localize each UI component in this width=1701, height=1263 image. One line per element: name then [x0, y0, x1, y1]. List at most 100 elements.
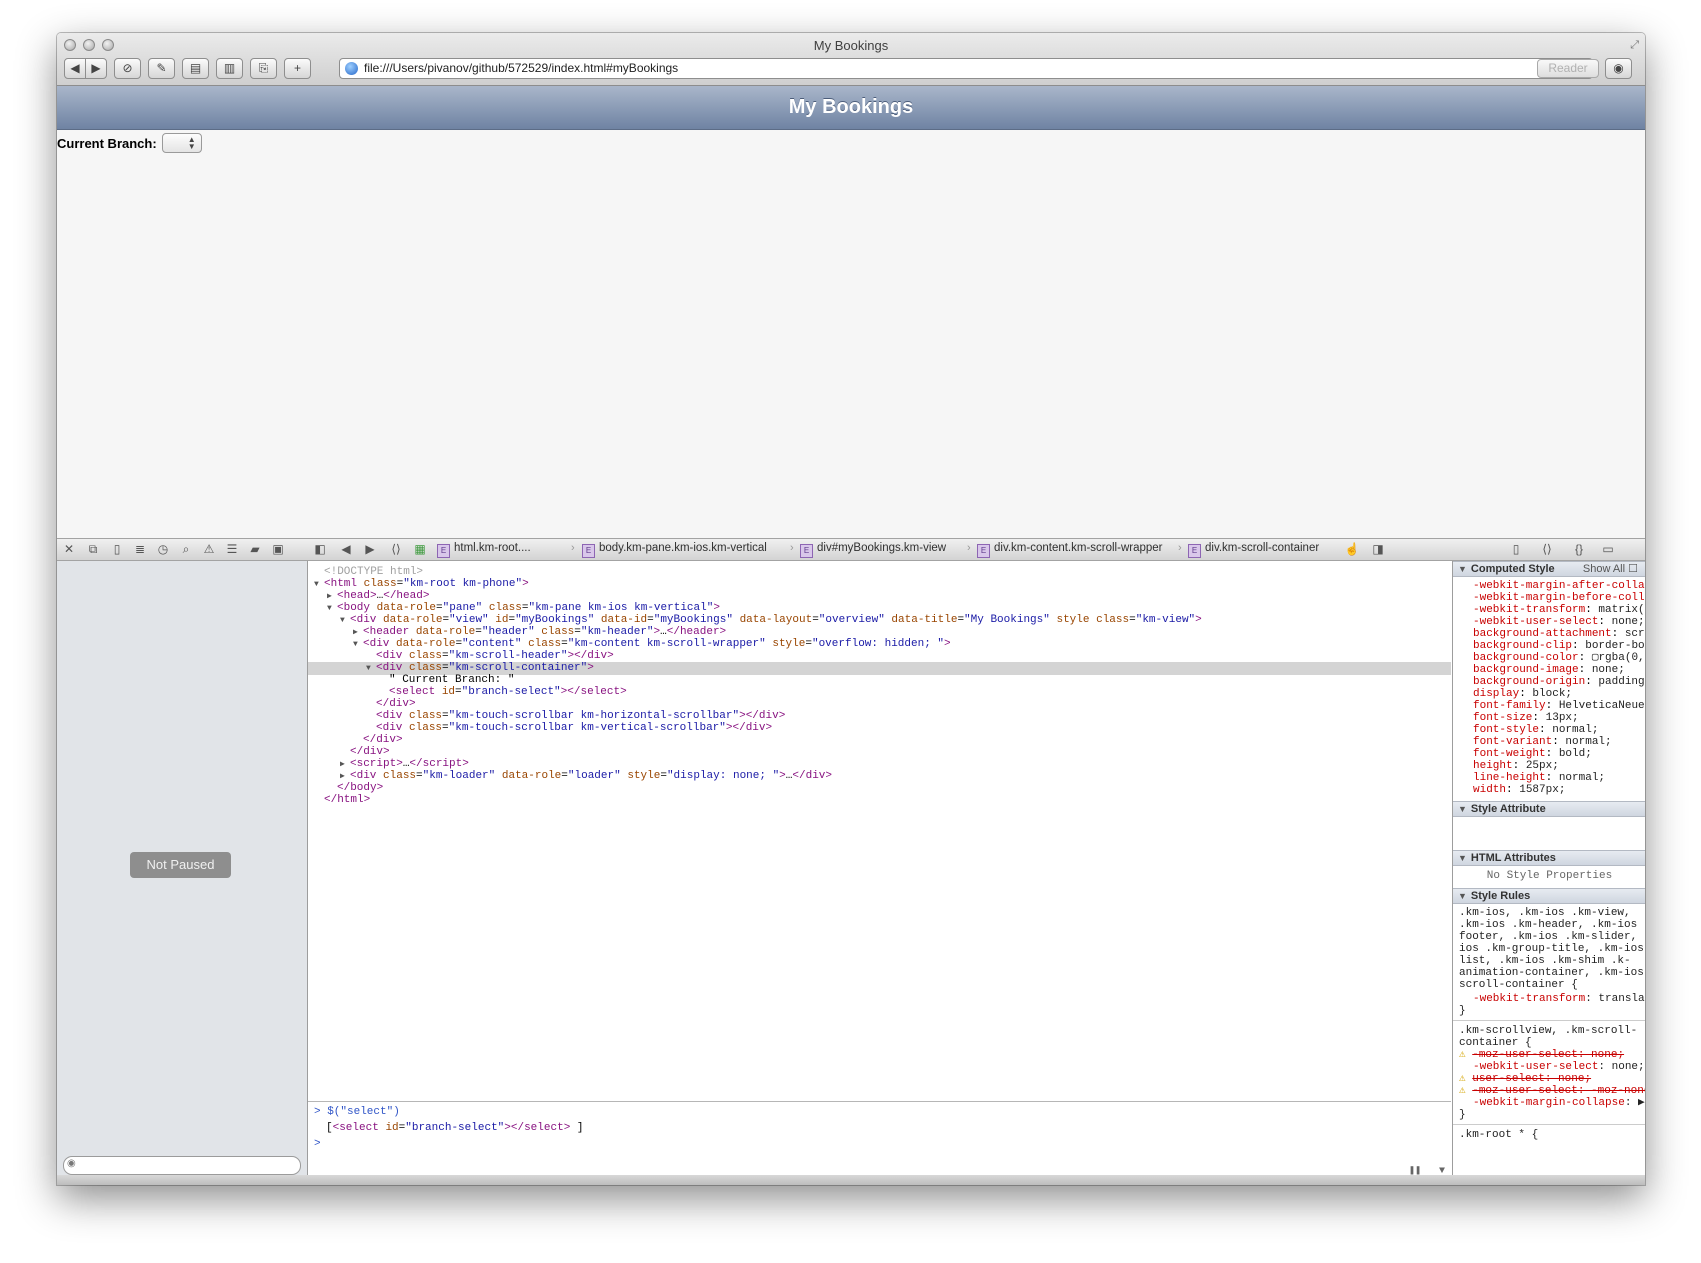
stop-icon: ⊘: [122, 61, 133, 75]
warning-icon[interactable]: ⚠: [200, 541, 218, 557]
breadcrumb-separator: ›: [790, 542, 794, 554]
rule-divider: [1453, 1124, 1645, 1125]
code-icon[interactable]: ⟨⟩: [1538, 541, 1556, 557]
web-inspector: ✕ ⧉ ▯ ≣ ◷ ⌕ ⚠ ☰ ▰ ▣ ◧ ◀ ▶ ⟨⟩ ▦ Ehtml.km-…: [57, 538, 1645, 1185]
back-arrow-icon: ◀: [70, 61, 80, 75]
element-icon: E: [800, 544, 813, 558]
reading-list-icon: ▥: [223, 61, 236, 75]
style-rule-line: }: [1459, 1109, 1466, 1121]
breakpoint-icon[interactable]: ▰: [246, 541, 264, 557]
back-button[interactable]: ◀: [64, 58, 86, 79]
branch-label: Current Branch:: [57, 135, 157, 151]
downloads-icon: ◉: [1613, 61, 1624, 75]
computed-style-header[interactable]: ▼ Computed Style Show All ☐: [1453, 561, 1645, 577]
breadcrumb-separator: ›: [967, 542, 971, 554]
resources-icon[interactable]: ▯: [108, 541, 126, 557]
style-attribute-header[interactable]: ▼ Style Attribute: [1453, 801, 1645, 817]
warning-icon: ⚠: [1459, 1073, 1473, 1085]
warning-icon: ⚠: [1459, 1085, 1473, 1097]
bookmarks-button[interactable]: ▤: [182, 58, 209, 79]
braces-icon[interactable]: {}: [1570, 541, 1588, 557]
select-arrows-icon: ▲ ▼: [187, 135, 196, 151]
page-title: My Bookings: [57, 86, 1645, 130]
console-icon[interactable]: ▣: [269, 541, 287, 557]
wrench-icon: ✎: [156, 61, 167, 75]
style-rules-header[interactable]: ▼ Style Rules: [1453, 888, 1645, 904]
breadcrumb-body[interactable]: Ebody.km-pane.km-ios.km-vertical: [582, 542, 767, 558]
style-rule-line: scroll-container {: [1459, 979, 1578, 991]
tools-button[interactable]: ✎: [148, 58, 175, 79]
element-icon: E: [582, 544, 595, 558]
debugger-sidebar: Not Paused ◉: [57, 561, 308, 1185]
breadcrumb-separator: ›: [571, 542, 575, 554]
window-bottom-bar: [57, 1175, 1645, 1185]
style-rule-line: -webkit-margin-collapse: ▶sep…: [1473, 1097, 1645, 1109]
new-tab-button[interactable]: +: [284, 58, 311, 79]
navigation-sidebar-icon[interactable]: ◧: [311, 541, 329, 557]
page-viewport: My Bookings Current Branch: ▲ ▼: [57, 86, 1645, 538]
crumb-back-icon[interactable]: ◀: [337, 541, 355, 557]
console-prompt[interactable]: >: [314, 1138, 321, 1150]
no-style-properties: No Style Properties: [1486, 870, 1613, 882]
globe-icon: [345, 62, 358, 75]
dom-node-line[interactable]: </html>: [308, 794, 1451, 807]
forward-button[interactable]: ▶: [85, 58, 107, 79]
element-icon: E: [977, 544, 990, 558]
style-rule-line: .km-root * {: [1459, 1129, 1539, 1141]
disclosure-icon: ▼: [1458, 891, 1467, 901]
page-icon[interactable]: ▯: [1507, 541, 1525, 557]
console-area[interactable]: > $("select") [<select id="branch-select…: [308, 1101, 1451, 1185]
element-icon: E: [437, 544, 450, 558]
window-title: My Bookings: [813, 38, 889, 53]
forward-arrow-icon: ▶: [91, 61, 101, 75]
breadcrumb-view[interactable]: Ediv#myBookings.km-view: [800, 542, 946, 558]
log-icon[interactable]: ☰: [223, 541, 241, 557]
disclosure-icon: ▼: [1458, 853, 1467, 863]
dock-icon[interactable]: ⧉: [84, 541, 102, 557]
reading-list-button[interactable]: ▥: [216, 58, 243, 79]
styles-sidebar: ▼ Computed Style Show All ☐ -webkit-margin…: [1452, 561, 1645, 1185]
reader-button[interactable]: Reader: [1537, 59, 1599, 78]
filter-icon: ◉: [67, 1158, 76, 1169]
details-sidebar-icon[interactable]: ◨: [1369, 541, 1387, 557]
style-rule-line: }: [1459, 1005, 1466, 1017]
share-icon: ⎘: [258, 61, 269, 75]
console-input-line: > $("select"): [314, 1106, 400, 1118]
address-bar[interactable]: file:///Users/pivanov/github/572529/inde…: [339, 58, 1593, 79]
search-icon[interactable]: ⌕: [177, 541, 195, 557]
timeline-icon[interactable]: ◷: [154, 541, 172, 557]
url-text[interactable]: file:///Users/pivanov/github/572529/inde…: [364, 61, 678, 75]
breadcrumb-separator: ›: [1178, 542, 1182, 554]
breadcrumb-scroll-container[interactable]: Ediv.km-scroll-container: [1188, 542, 1319, 558]
frame-icon[interactable]: ▦: [411, 541, 429, 557]
close-inspector-icon[interactable]: ✕: [60, 541, 78, 557]
downloads-button[interactable]: ◉: [1605, 58, 1632, 79]
inspect-hand-icon[interactable]: ☝: [1343, 541, 1361, 557]
dom-tree[interactable]: <!DOCTYPE html> ▼ <html class="km-root km-…: [308, 561, 1451, 1101]
breadcrumb-html[interactable]: Ehtml.km-root....: [437, 542, 531, 558]
warning-icon: ⚠: [1459, 1049, 1473, 1061]
title-toolbar: My Bookings ⤢ ◀ ▶ ⊘ ✎ ▤ ▥ ⎘ + file:///Us…: [57, 33, 1645, 86]
browser-window: My Bookings ⤢ ◀ ▶ ⊘ ✎ ▤ ▥ ⎘ + file:///Us…: [57, 33, 1645, 1185]
rule-divider: [1453, 1020, 1645, 1021]
not-paused-badge: Not Paused: [130, 852, 231, 878]
computed-property: width: 1587px;: [1473, 784, 1566, 796]
breadcrumb-content[interactable]: Ediv.km-content.km-scroll-wrapper: [977, 542, 1163, 558]
disclosure-icon: ▼: [1458, 804, 1467, 814]
branch-row: Current Branch: ▲ ▼: [57, 132, 202, 154]
branch-select[interactable]: ▲ ▼: [161, 133, 202, 153]
console-output-line: [<select id="branch-select"></select> ]: [326, 1122, 584, 1134]
style-rule-line: -webkit-transform: translatez(…: [1473, 993, 1645, 1005]
share-button[interactable]: ⎘: [250, 58, 277, 79]
crumb-forward-icon[interactable]: ▶: [361, 541, 379, 557]
inspector-toolbar: ✕ ⧉ ▯ ≣ ◷ ⌕ ⚠ ☰ ▰ ▣ ◧ ◀ ▶ ⟨⟩ ▦ Ehtml.km-…: [57, 539, 1645, 561]
document-icon[interactable]: ⟨⟩: [387, 541, 405, 557]
ruler-icon[interactable]: ▭: [1599, 541, 1617, 557]
show-all-toggle[interactable]: Show All ☐: [1583, 562, 1638, 577]
database-icon[interactable]: ≣: [131, 541, 149, 557]
fullscreen-icon[interactable]: ⤢: [1630, 39, 1639, 52]
html-attributes-header[interactable]: ▼ HTML Attributes: [1453, 850, 1645, 866]
filter-input[interactable]: ◉: [63, 1156, 301, 1175]
stop-button[interactable]: ⊘: [114, 58, 141, 79]
book-icon: ▤: [189, 61, 202, 75]
